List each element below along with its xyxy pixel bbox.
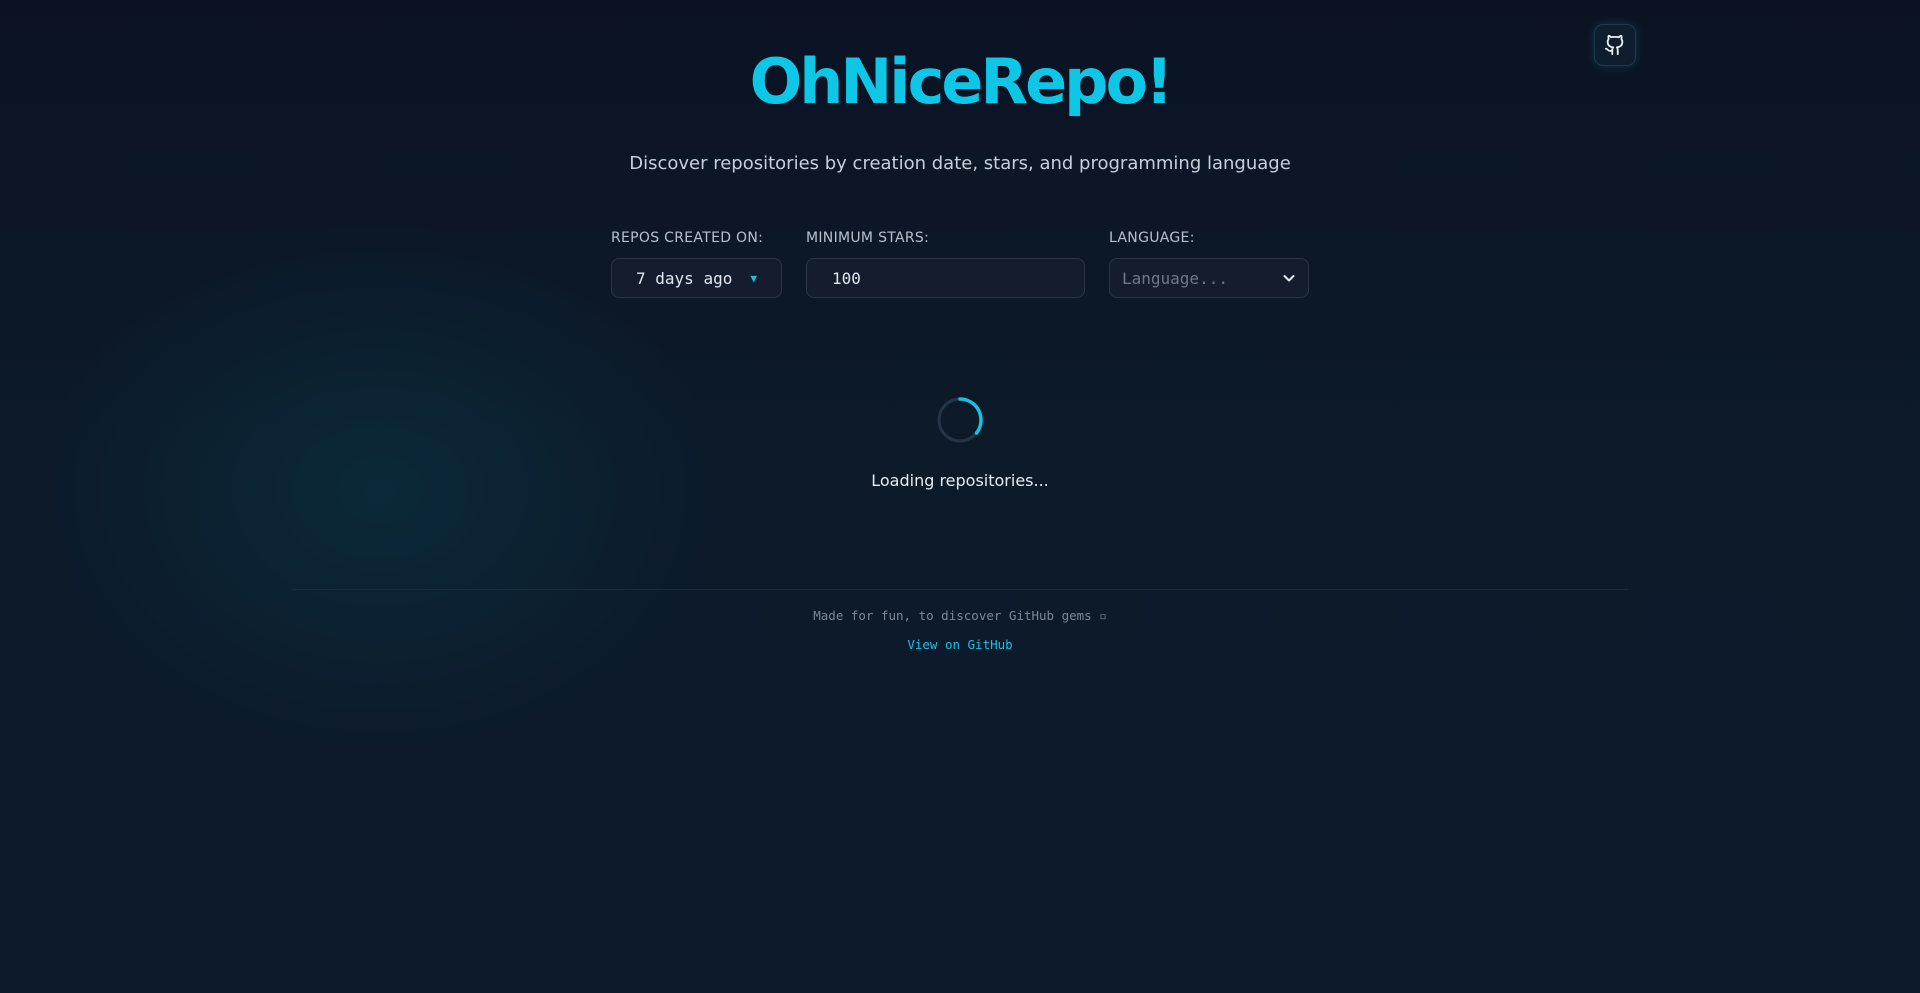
- view-on-github-link[interactable]: View on GitHub: [907, 637, 1012, 652]
- minimum-stars-value: 100: [832, 268, 861, 288]
- created-on-label: REPOS CREATED ON:: [611, 230, 764, 246]
- language-placeholder: Language...: [1122, 268, 1228, 288]
- created-on-select[interactable]: 7 days ago ▼: [611, 258, 782, 298]
- app-subtitle: Discover repositories by creation date, …: [629, 153, 1291, 174]
- app-title: OhNiceRepo!: [749, 45, 1174, 118]
- chevron-down-icon: [1283, 275, 1295, 282]
- minimum-stars-input[interactable]: 100: [806, 258, 1085, 298]
- language-label: LANGUAGE:: [1109, 230, 1195, 246]
- footer-github-link-row: View on GitHub: [0, 636, 1920, 654]
- language-select[interactable]: Language...: [1109, 258, 1309, 298]
- footer-tagline: Made for fun, to discover GitHub gems ▫: [813, 608, 1107, 623]
- caret-down-icon: ▼: [750, 271, 757, 285]
- minimum-stars-label: MINIMUM STARS:: [806, 230, 930, 246]
- loading-spinner-icon: [937, 397, 983, 443]
- footer-divider: [292, 589, 1628, 590]
- created-on-value: 7 days ago: [636, 268, 733, 288]
- loading-status-text: Loading repositories...: [871, 471, 1049, 490]
